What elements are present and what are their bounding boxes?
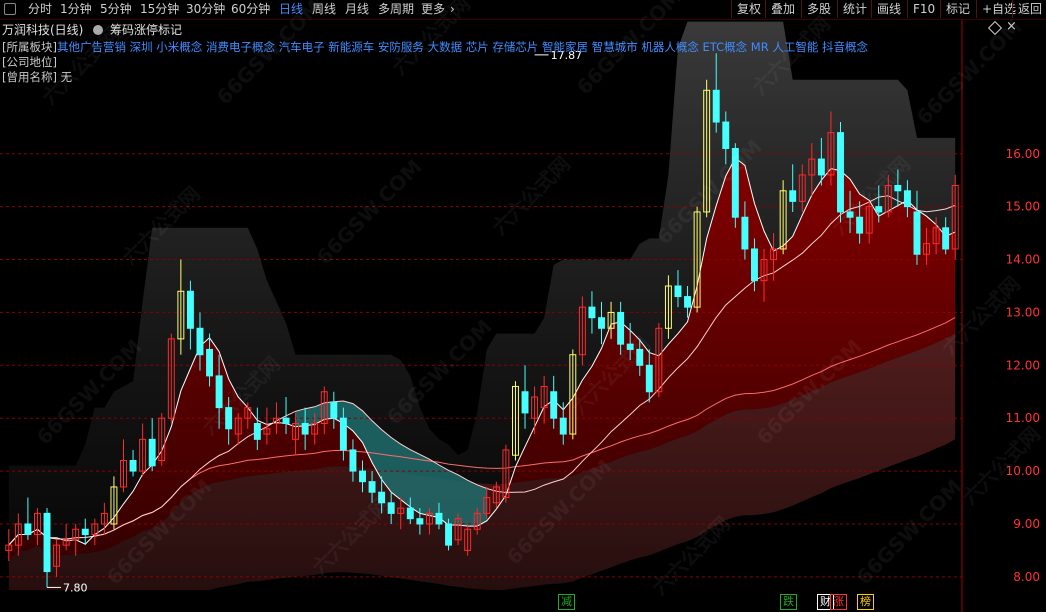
candle-body [550, 391, 558, 419]
candle-body [837, 132, 844, 213]
candle-body [215, 375, 223, 409]
candle-body [253, 422, 261, 440]
candle-body [24, 523, 32, 536]
y-tick-label: 9.00 [1013, 517, 1040, 531]
candle-body [741, 216, 749, 250]
toolbar-button[interactable]: F10 [907, 0, 940, 18]
toolbar-button[interactable]: 返回 [1012, 0, 1046, 18]
candle-body [445, 523, 453, 546]
period-tab[interactable]: 分时 [28, 2, 52, 17]
indicator-dropdown-icon[interactable] [93, 25, 104, 35]
stock-title: 万润科技(日线) [2, 23, 84, 37]
former-name: [曾用名称] 无 [2, 70, 73, 84]
candle-body [722, 121, 730, 149]
candle-body [301, 422, 309, 435]
candle-body [378, 491, 386, 504]
y-tick-label: 15.00 [1006, 200, 1040, 214]
candle-body [406, 507, 414, 520]
candle-body [339, 417, 347, 451]
chevron-right-icon[interactable]: › [450, 2, 455, 17]
candle-body [598, 317, 605, 329]
period-tab[interactable]: 多周期 [378, 2, 414, 17]
candle-body [435, 512, 443, 525]
period-tab[interactable]: 1分钟 [60, 2, 92, 17]
candle-body [856, 216, 864, 234]
candle-body [684, 296, 692, 308]
period-tab[interactable]: 日线 [279, 2, 303, 17]
candle-body [196, 327, 204, 356]
candle-body [282, 417, 290, 424]
candle-body [626, 343, 634, 350]
toolbar-button[interactable]: 复权 [731, 0, 766, 18]
toolbar-button[interactable]: 画线 [871, 0, 906, 18]
period-tab[interactable]: 15分钟 [140, 2, 179, 17]
candle-body [636, 348, 644, 366]
candle-body [750, 248, 758, 282]
candle-body [521, 391, 529, 414]
candle-body [645, 364, 653, 393]
sector-label: [所属板块] [2, 40, 57, 54]
candle-body [416, 518, 424, 525]
candle-body [368, 481, 376, 493]
toolbar-button[interactable]: 标记 [940, 0, 975, 18]
y-tick-label: 13.00 [1006, 305, 1040, 319]
candle-body [43, 512, 51, 573]
candle-body [894, 185, 902, 192]
candle-body [206, 348, 214, 377]
event-marker[interactable]: 减 [558, 594, 575, 610]
toolbar-button[interactable]: 叠加 [765, 0, 800, 18]
candle-body [846, 211, 854, 218]
candle-body [186, 290, 194, 329]
candle-body [387, 502, 395, 514]
candle-body [330, 401, 338, 419]
company-position: [公司地位] [2, 55, 57, 69]
candle-body [942, 227, 950, 250]
candle-body [349, 449, 357, 472]
period-toolbar: 分时 1分钟 5分钟 15分钟 30分钟 60分钟 日线 周线 月线 多周期 更多 › 复权 叠加 多股统… [0, 0, 1046, 20]
candle-body [817, 158, 825, 176]
candle-body [148, 438, 156, 467]
y-tick-label: 12.00 [1006, 358, 1040, 372]
y-tick-label: 14.00 [1006, 253, 1040, 267]
toolbar-button[interactable]: 统计 [837, 0, 872, 18]
y-tick-label: 10.00 [1006, 464, 1040, 478]
sector-first[interactable]: 其他广告营销 [57, 40, 126, 54]
event-marker[interactable]: 榜 [857, 594, 874, 610]
period-tab[interactable]: 30分钟 [186, 2, 225, 17]
candle-body [731, 147, 739, 218]
period-tab[interactable]: 60分钟 [231, 2, 270, 17]
price-annotation: 7.80 [63, 581, 88, 594]
candle-body [903, 190, 911, 208]
y-tick-label: 8.00 [1013, 570, 1040, 584]
period-tab[interactable]: 月线 [345, 2, 369, 17]
candlestick-chart[interactable]: 8.00 9.00 10.00 11.00 12.00 13.00 14.00 15.00 16… [0, 0, 1046, 612]
sector-line: [所属板块]其他广告营销 深圳 小米概念 消费电子概念 汽车电子 新能源车 安防… [2, 40, 868, 54]
candle-body [712, 89, 720, 123]
candle-body [674, 285, 682, 298]
toolbar-button[interactable]: 多股 [801, 0, 836, 18]
period-tab[interactable]: 5分钟 [100, 2, 132, 17]
candle-body [875, 206, 883, 213]
event-marker[interactable]: 跌 [780, 594, 797, 610]
y-tick-label: 16.00 [1006, 147, 1040, 161]
window-menu-icon[interactable] [4, 3, 16, 15]
period-tab[interactable]: 更多 [421, 2, 445, 17]
candle-body [617, 311, 625, 345]
candle-body [789, 190, 797, 202]
close-icon[interactable]: × [1006, 19, 1017, 34]
candle-body [913, 211, 921, 255]
candle-body [559, 417, 567, 435]
title-row: 万润科技(日线) 筹码涨停标记 [2, 21, 182, 37]
indicator-name[interactable]: 筹码涨停标记 [110, 23, 182, 37]
y-tick-label: 11.00 [1006, 411, 1040, 425]
event-marker[interactable]: 涨 [830, 594, 847, 610]
period-tab[interactable]: 周线 [312, 2, 336, 17]
candle-body [225, 407, 233, 430]
candle-body [588, 306, 596, 319]
candle-body [359, 470, 366, 483]
candle-body [129, 460, 137, 472]
sector-list[interactable]: 深圳 小米概念 消费电子概念 汽车电子 新能源车 安防服务 大数据 芯片 存储芯… [130, 40, 868, 54]
candle-body [81, 528, 89, 536]
